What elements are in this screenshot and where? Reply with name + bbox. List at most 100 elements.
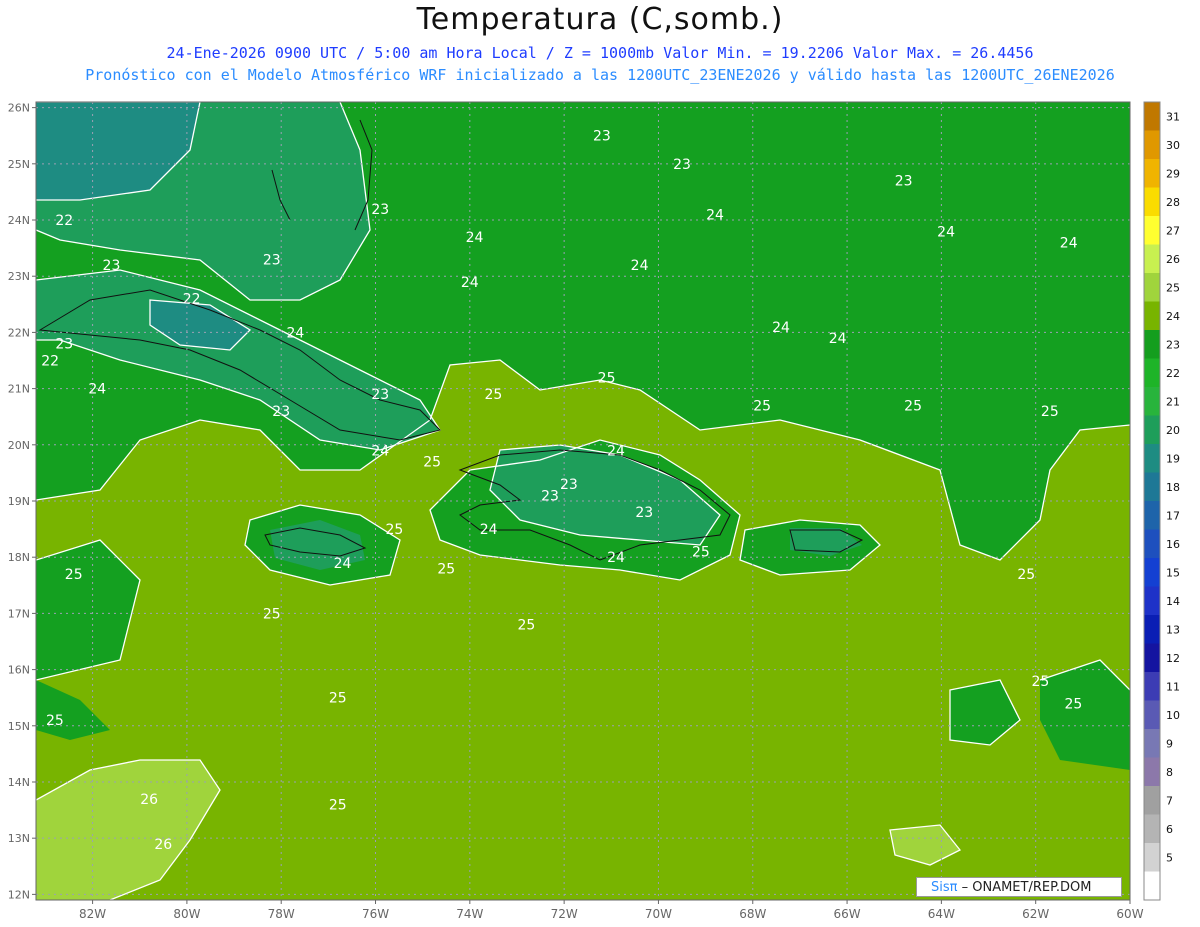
lat-tick-label: 21N bbox=[8, 383, 30, 396]
contour-label: 24 bbox=[631, 258, 649, 274]
colorbar-label: 24 bbox=[1166, 310, 1180, 323]
colorbar-swatch bbox=[1144, 700, 1160, 730]
contour-label: 25 bbox=[1017, 567, 1035, 583]
colorbar-swatch bbox=[1144, 615, 1160, 644]
lon-tick-label: 60W bbox=[1116, 907, 1143, 921]
colorbar-swatch bbox=[1144, 159, 1160, 188]
colorbar-swatch bbox=[1144, 244, 1160, 274]
contour-label: 24 bbox=[461, 275, 479, 291]
contour-label: 25 bbox=[484, 387, 502, 403]
colorbar-label: 8 bbox=[1166, 766, 1173, 779]
colorbar-label: 13 bbox=[1166, 623, 1180, 636]
contour-label: 25 bbox=[65, 567, 83, 583]
colorbar-label: 22 bbox=[1166, 367, 1180, 380]
colorbar-label: 17 bbox=[1166, 509, 1180, 522]
lat-tick-label: 14N bbox=[8, 776, 30, 789]
contour-label: 25 bbox=[385, 522, 403, 538]
lat-tick-label: 16N bbox=[8, 664, 30, 677]
lat-tick-label: 15N bbox=[8, 720, 30, 733]
colorbar-label: 27 bbox=[1166, 224, 1180, 237]
contour-label: 25 bbox=[1064, 696, 1082, 712]
lat-tick-label: 24N bbox=[8, 214, 30, 227]
contour-label: 25 bbox=[517, 618, 535, 634]
sisp-logo-text: Sisπ bbox=[931, 880, 958, 895]
colorbar-swatch bbox=[1144, 586, 1160, 616]
colorbar-swatch bbox=[1144, 358, 1160, 388]
contour-label: 23 bbox=[560, 477, 578, 493]
contour-label: 24 bbox=[1060, 235, 1078, 251]
contour-label: 26 bbox=[140, 792, 158, 808]
latitude-axis: 26N 25N 24N 23N 22N 21N 20N 19N 18N 17N 16N 15N 14N 1… bbox=[8, 102, 36, 901]
colorbar-label: 16 bbox=[1166, 538, 1180, 551]
colorbar-swatch bbox=[1144, 102, 1160, 131]
colorbar-swatch bbox=[1144, 187, 1160, 217]
contour-label: 25 bbox=[423, 455, 441, 471]
colorbar-label: 30 bbox=[1166, 139, 1180, 152]
lat-tick-label: 13N bbox=[8, 832, 30, 845]
contour-label: 24 bbox=[607, 443, 625, 459]
credit-text: – ONAMET/REP.DOM bbox=[961, 880, 1092, 895]
contour-label: 24 bbox=[88, 382, 106, 398]
lon-tick-label: 74W bbox=[456, 907, 483, 921]
colorbar-swatch bbox=[1144, 301, 1160, 331]
colorbar-swatch bbox=[1144, 843, 1160, 872]
contour-label: 23 bbox=[635, 505, 653, 521]
colorbar-swatch bbox=[1144, 130, 1160, 160]
contour-label: 25 bbox=[1031, 674, 1049, 690]
colorbar-swatch bbox=[1144, 216, 1160, 245]
colorbar-swatch bbox=[1144, 786, 1160, 815]
colorbar-label: 7 bbox=[1166, 794, 1173, 807]
contour-label: 24 bbox=[772, 320, 790, 336]
colorbar-swatch bbox=[1144, 757, 1160, 787]
contour-label: 23 bbox=[895, 174, 913, 190]
lat-tick-label: 22N bbox=[8, 326, 30, 339]
credit-box: Sisπ – ONAMET/REP.DOM bbox=[916, 877, 1122, 897]
lat-tick-label: 26N bbox=[8, 102, 30, 115]
contour-label: 25 bbox=[692, 545, 710, 561]
contour-label: 23 bbox=[673, 157, 691, 173]
contour-label: 25 bbox=[437, 561, 455, 577]
lat-tick-label: 12N bbox=[8, 888, 30, 901]
contour-label: 23 bbox=[593, 129, 611, 145]
colorbar-label: 5 bbox=[1166, 851, 1173, 864]
lon-tick-label: 70W bbox=[645, 907, 672, 921]
colorbar-label: 20 bbox=[1166, 424, 1180, 437]
contour-label: 26 bbox=[154, 837, 172, 853]
lat-tick-label: 23N bbox=[8, 270, 30, 283]
contour-label: 22 bbox=[55, 213, 73, 229]
longitude-axis: 82W 80W 78W 76W 74W 72W 70W 68W 66W 64W 62W 60W bbox=[79, 900, 1144, 921]
colorbar-swatch bbox=[1144, 415, 1160, 445]
contour-label: 23 bbox=[103, 258, 121, 274]
colorbar-label: 11 bbox=[1166, 680, 1180, 693]
temperature-map: 23 23 23 23 22 24 24 24 24 23 23 24 24 22 24 24 24 23 22 25… bbox=[8, 101, 1180, 921]
colorbar-label: 23 bbox=[1166, 338, 1180, 351]
colorbar-swatch bbox=[1144, 529, 1160, 559]
contour-label: 24 bbox=[480, 522, 498, 538]
colorbar-label: 6 bbox=[1166, 823, 1173, 836]
contour-label: 23 bbox=[371, 387, 389, 403]
contour-label: 24 bbox=[371, 443, 389, 459]
lon-tick-label: 78W bbox=[268, 907, 295, 921]
colorbar-swatch bbox=[1144, 387, 1160, 416]
colorbar-swatch bbox=[1144, 330, 1160, 359]
colorbar-swatch bbox=[1144, 444, 1160, 473]
colorbar-label: 18 bbox=[1166, 481, 1180, 494]
lon-tick-label: 76W bbox=[362, 907, 389, 921]
colorbar-swatch bbox=[1144, 871, 1160, 901]
colorbar-label: 21 bbox=[1166, 395, 1180, 408]
colorbar-label: 26 bbox=[1166, 253, 1180, 266]
contour-label: 23 bbox=[263, 252, 281, 268]
colorbar-label: 14 bbox=[1166, 595, 1180, 608]
contour-label: 25 bbox=[263, 606, 281, 622]
contour-label: 22 bbox=[183, 292, 201, 308]
lon-tick-label: 82W bbox=[79, 907, 106, 921]
lon-tick-label: 80W bbox=[173, 907, 200, 921]
lat-tick-label: 17N bbox=[8, 607, 30, 620]
contour-label: 24 bbox=[286, 325, 304, 341]
colorbar-label: 31 bbox=[1166, 110, 1180, 123]
colorbar-label: 28 bbox=[1166, 196, 1180, 209]
colorbar-swatch bbox=[1144, 814, 1160, 844]
colorbar-label: 9 bbox=[1166, 737, 1173, 750]
lon-tick-label: 62W bbox=[1022, 907, 1049, 921]
lat-tick-label: 19N bbox=[8, 495, 30, 508]
